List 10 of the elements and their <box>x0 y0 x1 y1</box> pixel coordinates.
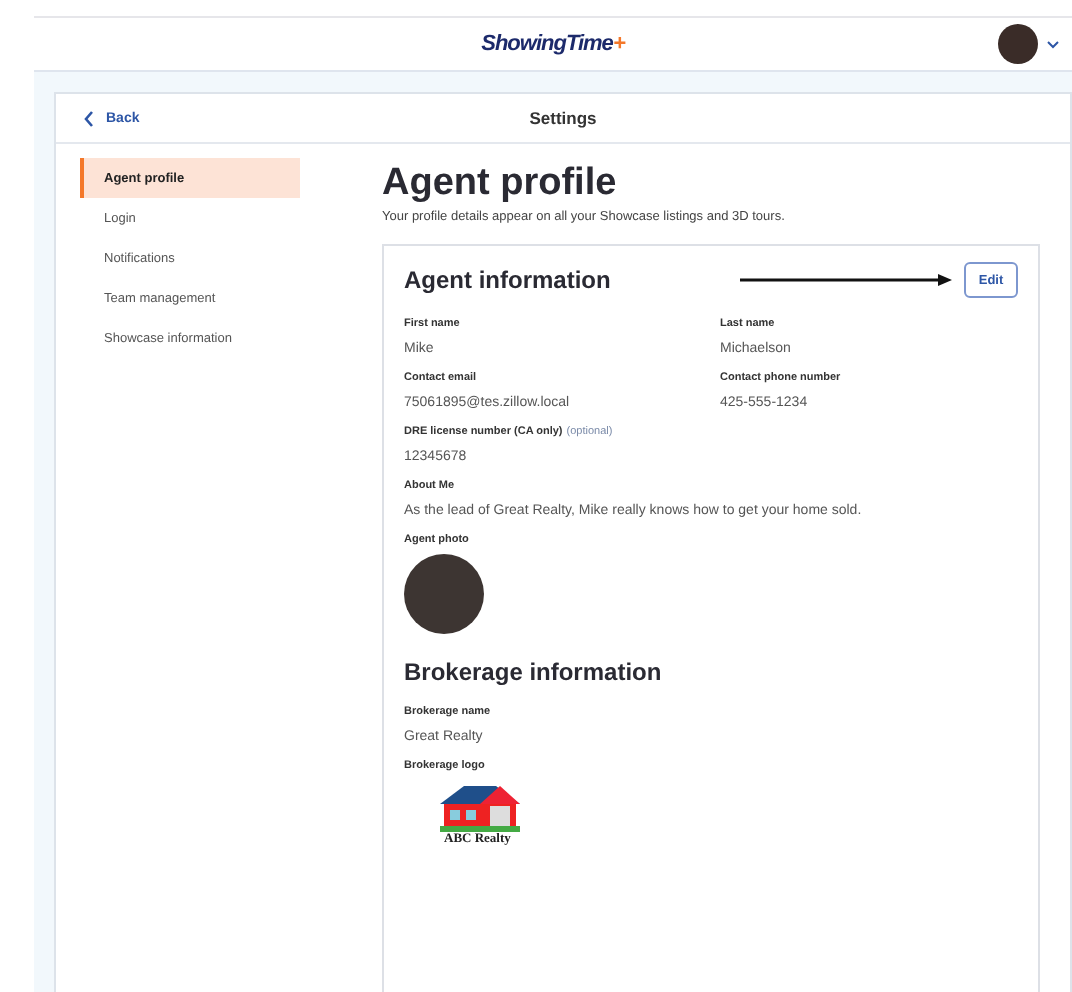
chevron-left-icon <box>84 109 94 127</box>
chevron-down-icon[interactable] <box>1046 39 1060 49</box>
page-title: Agent profile <box>382 162 619 206</box>
settings-title: Settings <box>529 108 597 128</box>
photo-placeholder <box>404 554 484 634</box>
section-title: Agent information <box>404 266 611 294</box>
showingtime-logo: ShowingTime+ <box>481 32 625 56</box>
avatar[interactable] <box>998 24 1038 64</box>
section-title: Brokerage information <box>404 658 664 686</box>
house-drawing <box>436 780 524 832</box>
